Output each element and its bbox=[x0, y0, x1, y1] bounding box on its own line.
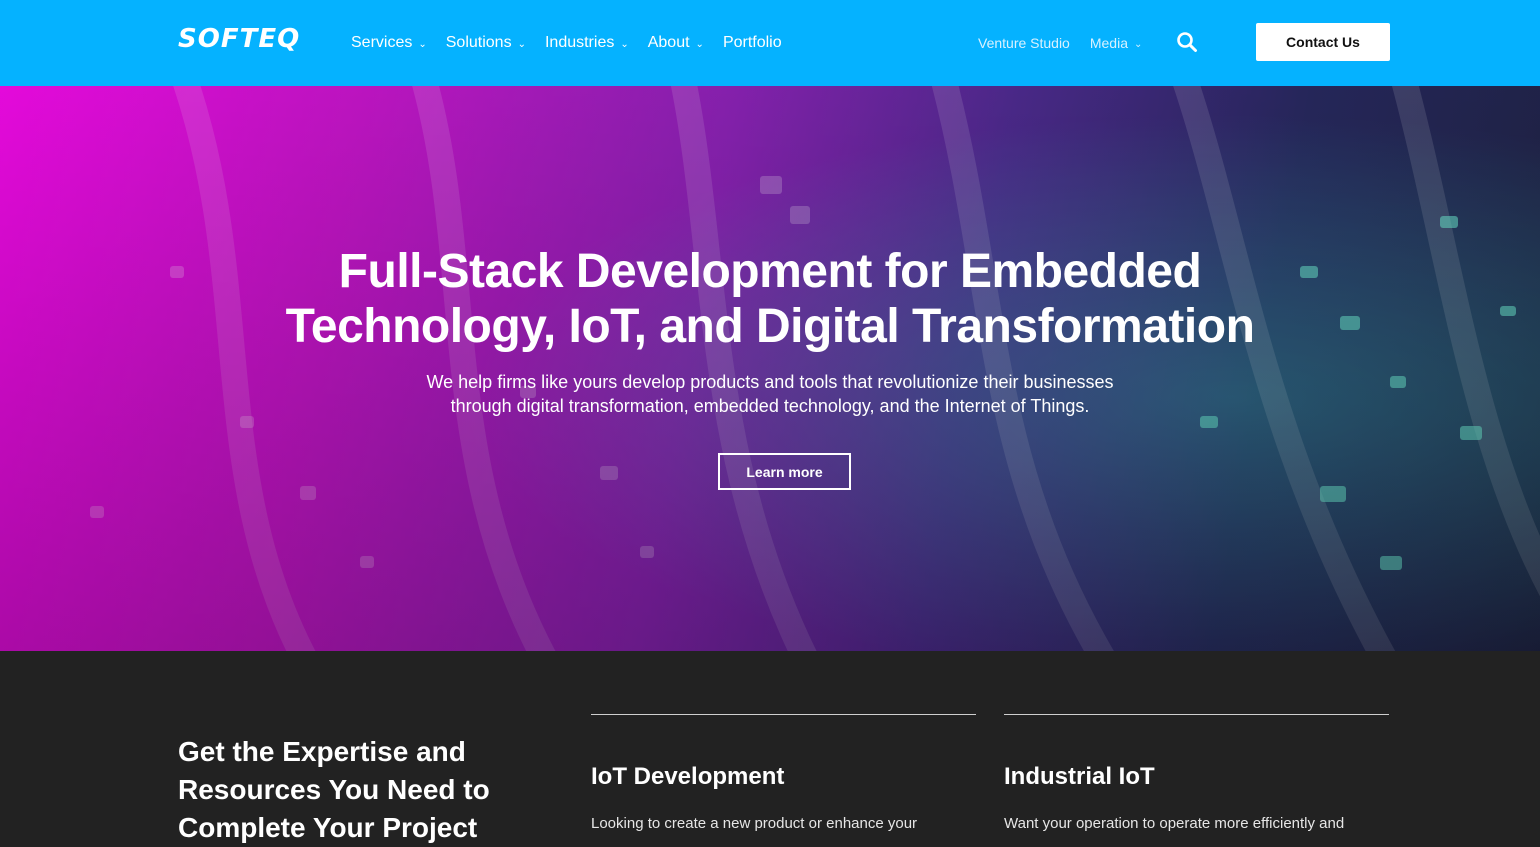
hero-subtitle-line-1: We help firms like yours develop product… bbox=[426, 372, 1114, 392]
learn-more-button[interactable]: Learn more bbox=[718, 453, 851, 490]
secondary-nav: Venture Studio Media ⌄ bbox=[978, 0, 1162, 86]
hero-title-line-2: Technology, IoT, and Digital Transformat… bbox=[285, 300, 1255, 353]
card-text: Want your operation to operate more effi… bbox=[1004, 815, 1345, 832]
hero-subtitle-line-2: through digital transformation, embedded… bbox=[450, 396, 1090, 416]
card-title[interactable]: IoT Development bbox=[591, 763, 976, 791]
nav-industries[interactable]: Industries ⌄ bbox=[545, 34, 629, 52]
softeq-logo[interactable]: SOFTEQ bbox=[178, 24, 300, 54]
nav-industries-label: Industries bbox=[544, 34, 615, 51]
search-icon[interactable] bbox=[1176, 31, 1198, 53]
hero-title: Full-Stack Development for Embedded Tech… bbox=[0, 244, 1540, 354]
chevron-down-icon: ⌄ bbox=[1134, 38, 1143, 50]
hero-title-line-1: Full-Stack Development for Embedded bbox=[338, 245, 1202, 298]
section-heading-line-3: Complete Your Project bbox=[178, 812, 478, 843]
chevron-down-icon: ⌄ bbox=[695, 38, 704, 50]
nav-about-label: About bbox=[647, 34, 690, 51]
nav-services[interactable]: Services ⌄ bbox=[351, 34, 427, 52]
contact-us-button[interactable]: Contact Us bbox=[1256, 23, 1390, 61]
hero-banner: Full-Stack Development for Embedded Tech… bbox=[0, 86, 1540, 651]
site-header: SOFTEQ Services ⌄ Solutions ⌄ Industries… bbox=[0, 0, 1540, 86]
nav-solutions[interactable]: Solutions ⌄ bbox=[446, 34, 526, 52]
expertise-section: Get the Expertise and Resources You Need… bbox=[0, 651, 1540, 843]
chevron-down-icon: ⌄ bbox=[620, 38, 629, 50]
hero-subtitle: We help firms like yours develop product… bbox=[0, 370, 1540, 418]
hero-background-image bbox=[0, 86, 1540, 651]
nav-media[interactable]: Media ⌄ bbox=[1090, 35, 1143, 51]
section-heading-line-2: Resources You Need to bbox=[178, 774, 490, 805]
card-iot-development[interactable]: IoT Development Looking to create a new … bbox=[591, 714, 976, 835]
card-industrial-iot[interactable]: Industrial IoT Want your operation to op… bbox=[1004, 714, 1389, 835]
nav-media-label: Media bbox=[1089, 35, 1128, 51]
section-heading-line-1: Get the Expertise and bbox=[178, 736, 466, 767]
nav-solutions-label: Solutions bbox=[445, 34, 512, 51]
nav-portfolio[interactable]: Portfolio bbox=[723, 34, 782, 52]
nav-venture-studio[interactable]: Venture Studio bbox=[978, 35, 1070, 51]
section-heading: Get the Expertise and Resources You Need… bbox=[178, 733, 538, 847]
card-text: Looking to create a new product or enhan… bbox=[591, 815, 918, 832]
nav-services-label: Services bbox=[351, 34, 413, 51]
main-nav: Services ⌄ Solutions ⌄ Industries ⌄ Abou… bbox=[351, 0, 801, 86]
card-title[interactable]: Industrial IoT bbox=[1004, 763, 1389, 791]
nav-venture-studio-label: Venture Studio bbox=[978, 35, 1070, 51]
divider bbox=[1004, 714, 1389, 715]
chevron-down-icon: ⌄ bbox=[418, 38, 427, 50]
chevron-down-icon: ⌄ bbox=[517, 38, 526, 50]
nav-portfolio-label: Portfolio bbox=[722, 34, 782, 51]
divider bbox=[591, 714, 976, 715]
nav-about[interactable]: About ⌄ bbox=[648, 34, 704, 52]
